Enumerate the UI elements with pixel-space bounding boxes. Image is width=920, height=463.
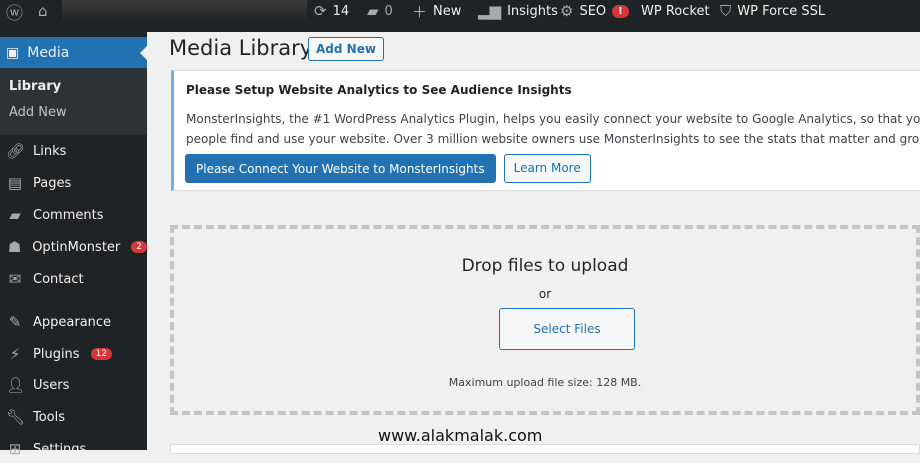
submenu-library[interactable]: Library [0, 74, 147, 100]
submenu-add-new[interactable]: Add New [0, 100, 147, 126]
sidebar: ▣ Media Library Add New 🔗︎ Links ▤ Pages ▰ C… [0, 32, 147, 458]
count-badge: 12 [90, 348, 113, 360]
comment-icon: ▰ [367, 2, 379, 20]
media-grid-panel [170, 444, 920, 454]
sidebar-item-label: Tools [33, 409, 66, 425]
sidebar-item-users[interactable]: 👤︎ Users [0, 371, 147, 399]
comments-count: 0 [384, 3, 393, 19]
sidebar-item-comments[interactable]: ▰ Comments [0, 201, 147, 229]
select-files-button[interactable]: Select Files [499, 308, 635, 350]
wrench-icon: 🔧︎ [6, 408, 26, 426]
upload-dropzone[interactable]: Drop files to upload or Select Files Max… [170, 225, 920, 415]
notice-line-1: MonsterInsights, the #1 WordPress Analyt… [186, 112, 920, 126]
sidebar-item-appearance[interactable]: ✎ Appearance [0, 308, 147, 336]
sidebar-item-label: OptinMonster [32, 239, 121, 255]
force-ssl-label: WP Force SSL [737, 3, 826, 19]
force-ssl-link[interactable]: ⛉ WP Force SSL [720, 0, 825, 22]
new-label: New [433, 3, 462, 19]
connect-monsterinsights-button[interactable]: Please Connect Your Website to MonsterIn… [185, 154, 496, 183]
count-badge: 2 [131, 241, 147, 253]
comment-icon: ▰ [9, 206, 21, 224]
shield-icon: ⛉ [720, 2, 732, 20]
sidebar-item-settings[interactable]: ⊞ Settings [0, 435, 147, 463]
notice-heading: Please Setup Website Analytics to See Au… [186, 83, 572, 97]
user-icon: 👤︎ [6, 376, 26, 394]
wp-rocket-link[interactable]: WP Rocket [641, 0, 710, 22]
drop-files-label: Drop files to upload [461, 256, 629, 276]
seo-badge: ! [612, 4, 629, 18]
sidebar-item-contact[interactable]: ✉ Contact [0, 265, 147, 293]
sidebar-item-plugins[interactable]: ⚡︎ Plugins 12 [0, 340, 147, 368]
wp-rocket-label: WP Rocket [641, 3, 710, 19]
sidebar-item-label: Media [27, 44, 70, 61]
insights-link[interactable]: ▂▆ Insights [478, 0, 558, 22]
notice-line-2: people find and use your website. Over 3… [186, 132, 920, 146]
seo-label: SEO [579, 3, 607, 19]
or-label: or [538, 287, 552, 301]
sidebar-item-label: Appearance [33, 314, 112, 330]
wordpress-logo-icon[interactable]: ⓦ [6, 0, 23, 24]
max-upload-size: Maximum upload file size: 128 MB. [448, 376, 642, 389]
analytics-notice: Please Setup Website Analytics to See Au… [171, 70, 920, 191]
sidebar-item-label: Users [33, 377, 70, 393]
sidebar-item-label: Settings [33, 441, 87, 457]
bar-chart-icon: ▂▆ [478, 2, 502, 20]
sidebar-item-label: Contact [33, 271, 84, 287]
sidebar-item-pages[interactable]: ▤ Pages [0, 169, 147, 197]
seo-gear-icon: ⚙ [560, 2, 574, 20]
sidebar-item-label: Pages [33, 175, 72, 191]
new-link[interactable]: ＋ New [412, 0, 461, 22]
seo-link[interactable]: ⚙ SEO! [560, 0, 629, 22]
plugin-icon: ⚡︎ [9, 345, 21, 363]
watermark: www.alakmalak.com [378, 426, 543, 445]
admin-bar: ⓦ ⌂ ⟳ 14 ▰ 0 ＋ New ▂▆ Insights ⚙ SEO! WP Rock… [0, 0, 920, 32]
media-icon: ▣ [6, 44, 20, 61]
brush-icon: ✎ [8, 313, 22, 331]
sidebar-item-links[interactable]: 🔗︎ Links [0, 137, 147, 165]
sidebar-item-label: Comments [33, 207, 104, 223]
pages-icon: ▤ [7, 174, 23, 192]
sidebar-item-label: Plugins [33, 346, 80, 362]
notice-text: MonsterInsights, the #1 WordPress Analyt… [186, 109, 920, 149]
add-new-button[interactable]: Add New [308, 37, 384, 61]
sidebar-item-media[interactable]: ▣ Media [0, 37, 147, 68]
sidebar-item-optinmonster[interactable]: ☗ OptinMonster 2 [0, 233, 147, 261]
site-name-blurred[interactable] [62, 0, 307, 22]
settings-icon: ⊞ [8, 440, 22, 458]
optinmonster-icon: ☗ [7, 238, 22, 256]
plus-icon: ＋ [412, 2, 428, 21]
refresh-icon: ⟳ [314, 2, 327, 20]
updates-count: 14 [332, 3, 350, 19]
envelope-icon: ✉ [8, 270, 22, 288]
updates-link[interactable]: ⟳ 14 [314, 0, 349, 22]
sidebar-item-label: Links [33, 143, 67, 159]
page-title: Media Library [169, 36, 313, 60]
insights-label: Insights [507, 3, 558, 19]
learn-more-button[interactable]: Learn More [503, 154, 591, 183]
comments-link[interactable]: ▰ 0 [367, 0, 393, 22]
sidebar-item-tools[interactable]: 🔧︎ Tools [0, 403, 147, 431]
media-submenu: Library Add New [0, 68, 147, 135]
home-icon[interactable]: ⌂ [38, 0, 48, 22]
link-icon: 🔗︎ [6, 142, 26, 160]
